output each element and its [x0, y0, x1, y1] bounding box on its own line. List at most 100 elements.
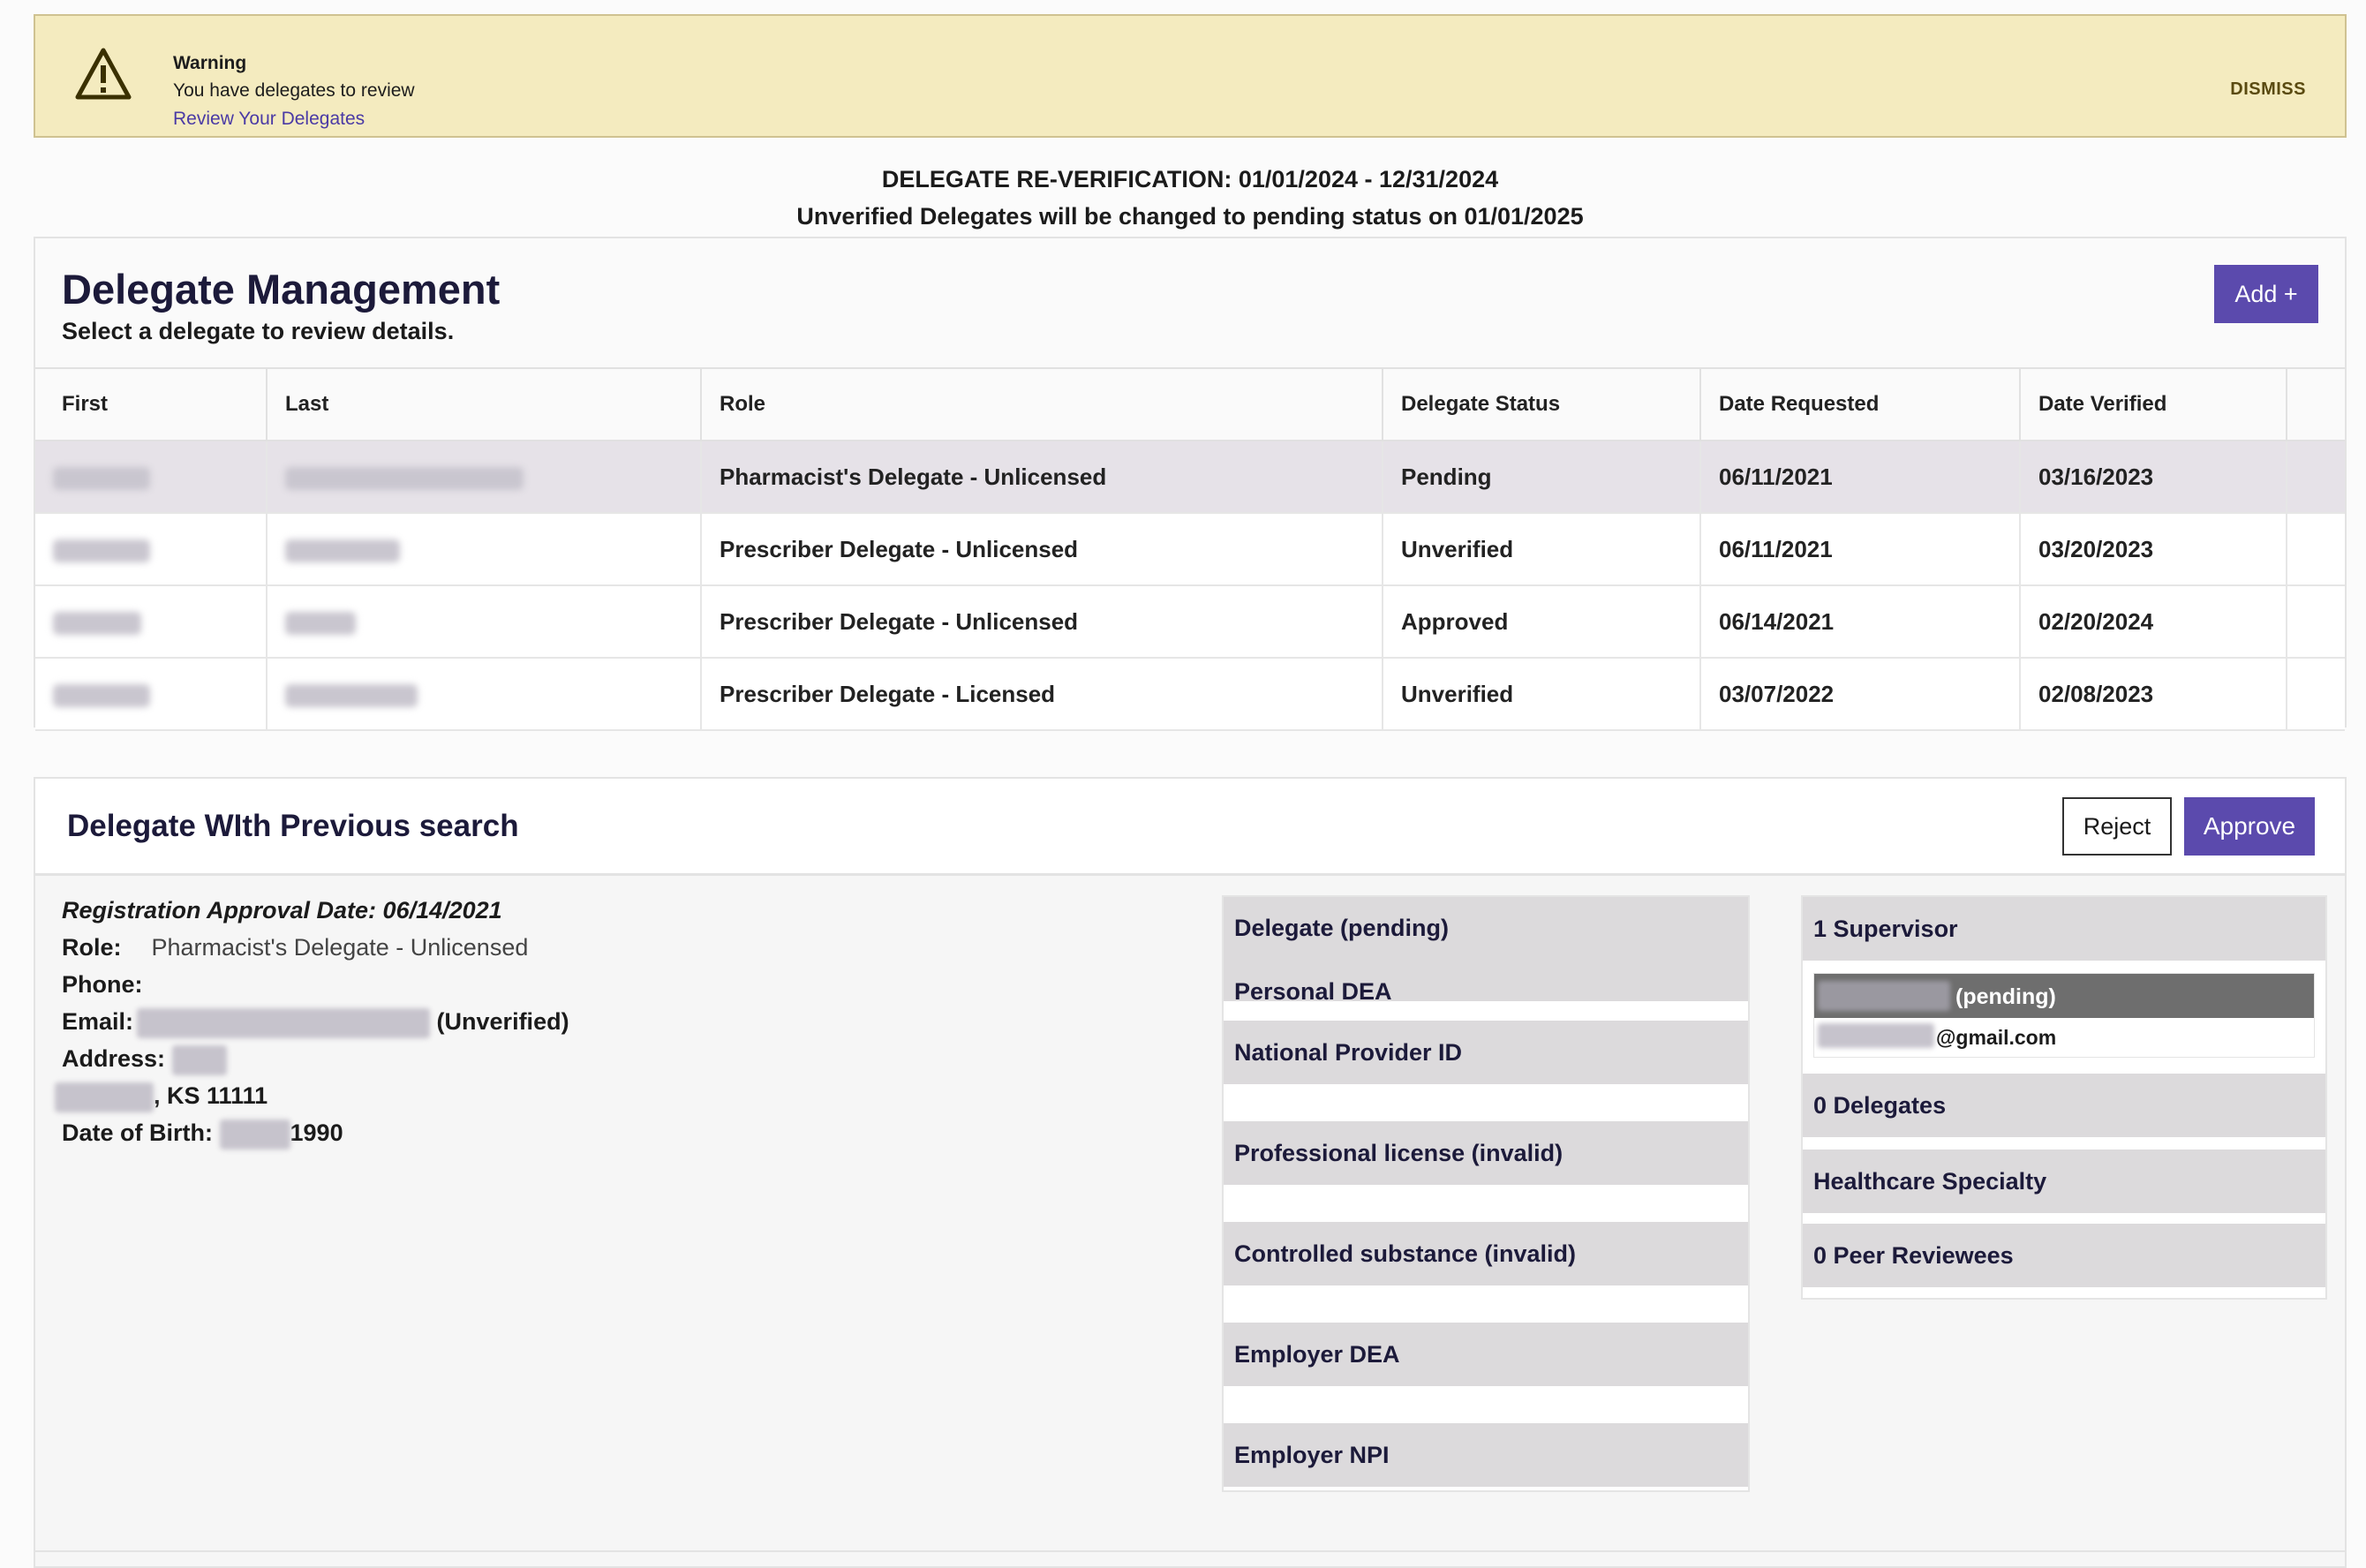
review-delegates-link[interactable]: Review Your Delegates — [173, 109, 365, 130]
section-professional-license[interactable]: Professional license (invalid) — [1224, 1121, 1748, 1185]
peer-reviewees-section[interactable]: 0 Peer Reviewees — [1803, 1224, 2325, 1287]
date-requested-cell: 06/11/2021 — [1700, 513, 2021, 586]
first-name-cell — [35, 585, 267, 659]
date-verified-cell: 02/08/2023 — [2020, 658, 2287, 731]
section-delegate[interactable]: Delegate (pending) Personal DEA — [1224, 897, 1748, 1005]
supervisor-status: (pending) — [1955, 984, 2056, 1009]
city-state-zip: , KS 11111 — [154, 1082, 268, 1110]
email-label: Email: — [62, 1008, 134, 1036]
date-requested-cell: 06/11/2021 — [1700, 441, 2021, 514]
supervisor-card[interactable]: (pending) @gmail.com — [1813, 973, 2315, 1058]
spacer-cell — [2287, 441, 2345, 514]
dob-label: Date of Birth: — [62, 1119, 213, 1147]
delegate-detail-panel: Delegate WIth Previous search Reject App… — [34, 777, 2347, 1568]
section-employer-npi-label: Employer NPI — [1234, 1442, 1390, 1468]
status-cell: Unverified — [1383, 658, 1701, 731]
delegates-section[interactable]: 0 Delegates — [1803, 1074, 2325, 1137]
table-row[interactable]: Prescriber Delegate - Unlicensed Approve… — [35, 585, 2345, 659]
approve-button[interactable]: Approve — [2184, 797, 2315, 856]
table-row[interactable]: Prescriber Delegate - Unlicensed Unverif… — [35, 513, 2345, 586]
section-employer-dea[interactable]: Employer DEA — [1224, 1323, 1748, 1386]
role-cell: Prescriber Delegate - Unlicensed — [701, 513, 1383, 586]
warning-message: You have delegates to review — [173, 80, 415, 101]
delegate-table: First Last Role Delegate Status Date Req… — [35, 367, 2345, 731]
dob-year: 1990 — [290, 1119, 343, 1147]
spacer-cell — [2287, 585, 2345, 659]
date-requested-cell: 03/07/2022 — [1700, 658, 2021, 731]
column-header-role[interactable]: Role — [701, 367, 1383, 441]
add-delegate-button[interactable]: Add + — [2214, 265, 2318, 323]
redacted-city — [55, 1082, 154, 1112]
relationships-list: 1 Supervisor (pending) @gmail.com 0 Dele… — [1801, 895, 2327, 1300]
redacted-supervisor-name — [1818, 981, 1950, 1011]
role-cell: Prescriber Delegate - Unlicensed — [701, 585, 1383, 659]
table-header-row: First Last Role Delegate Status Date Req… — [35, 367, 2345, 441]
phone-label: Phone: — [62, 971, 143, 998]
supervisor-section[interactable]: 1 Supervisor — [1803, 897, 2325, 961]
column-header-status[interactable]: Delegate Status — [1383, 367, 1701, 441]
column-header-date-requested[interactable]: Date Requested — [1700, 367, 2021, 441]
redacted-last-name — [285, 683, 418, 707]
role-cell: Pharmacist's Delegate - Unlicensed — [701, 441, 1383, 514]
redacted-last-name — [285, 611, 356, 635]
healthcare-specialty-label: Healthcare Specialty — [1813, 1168, 2047, 1195]
peer-reviewees-count: 0 Peer Reviewees — [1813, 1242, 2014, 1269]
registration-approval-date: Registration Approval Date: 06/14/2021 — [62, 897, 502, 923]
first-name-cell — [35, 513, 267, 586]
redacted-supervisor-email — [1818, 1023, 1934, 1048]
status-cell: Pending — [1383, 441, 1701, 514]
section-national-provider-id[interactable]: National Provider ID — [1224, 1021, 1748, 1084]
section-employer-dea-label: Employer DEA — [1234, 1341, 1400, 1368]
credentials-list: Delegate (pending) Personal DEA National… — [1222, 895, 1750, 1492]
delegate-management-panel: Delegate Management Select a delegate to… — [34, 237, 2347, 731]
delegate-info: Registration Approval Date: 06/14/2021 R… — [55, 897, 569, 1157]
page-subtitle: Select a delegate to review details. — [62, 318, 455, 344]
date-requested-cell: 06/14/2021 — [1700, 585, 2021, 659]
section-employer-npi[interactable]: Employer NPI — [1224, 1423, 1748, 1487]
redacted-email — [137, 1008, 431, 1038]
redacted-first-name — [53, 683, 150, 707]
supervisor-email-domain: @gmail.com — [1936, 1026, 2057, 1049]
status-cell: Unverified — [1383, 513, 1701, 586]
column-header-date-verified[interactable]: Date Verified — [2020, 367, 2287, 441]
healthcare-specialty-section[interactable]: Healthcare Specialty — [1803, 1150, 2325, 1213]
spacer-cell — [2287, 513, 2345, 586]
role-cell: Prescriber Delegate - Licensed — [701, 658, 1383, 731]
role-label: Role: — [62, 934, 122, 961]
table-row[interactable]: Pharmacist's Delegate - Unlicensed Pendi… — [35, 441, 2345, 514]
spacer-cell — [2287, 658, 2345, 731]
last-name-cell — [267, 658, 702, 731]
warning-triangle-icon — [75, 48, 132, 100]
warning-title: Warning — [173, 53, 247, 73]
detail-header: Delegate WIth Previous search Reject App… — [35, 779, 2345, 876]
redacted-last-name — [285, 539, 400, 562]
role-value: Pharmacist's Delegate - Unlicensed — [151, 934, 529, 961]
section-professional-license-label: Professional license (invalid) — [1234, 1140, 1564, 1166]
delegates-count: 0 Delegates — [1813, 1092, 1947, 1119]
first-name-cell — [35, 658, 267, 731]
last-name-cell — [267, 441, 702, 514]
column-header-spacer — [2287, 367, 2345, 441]
redacted-first-name — [53, 466, 150, 490]
section-personal-dea-label: Personal DEA — [1234, 978, 1392, 1005]
reject-button[interactable]: Reject — [2062, 797, 2172, 856]
reverification-note: Unverified Delegates will be changed to … — [796, 203, 1584, 230]
reverification-period: DELEGATE RE-VERIFICATION: 01/01/2024 - 1… — [881, 166, 1499, 192]
page-title: Delegate Management — [62, 266, 501, 313]
redacted-first-name — [53, 539, 150, 562]
date-verified-cell: 03/20/2023 — [2020, 513, 2287, 586]
warning-banner: Warning You have delegates to review Rev… — [34, 14, 2347, 138]
table-row[interactable]: Prescriber Delegate - Licensed Unverifie… — [35, 658, 2345, 731]
redacted-dob — [219, 1119, 290, 1150]
status-cell: Approved — [1383, 585, 1701, 659]
column-header-last[interactable]: Last — [267, 367, 702, 441]
last-name-cell — [267, 585, 702, 659]
supervisor-header: 1 Supervisor — [1813, 916, 1958, 942]
date-verified-cell: 02/20/2024 — [2020, 585, 2287, 659]
dismiss-button[interactable]: DISMISS — [2230, 79, 2306, 100]
divider — [34, 1550, 2347, 1552]
redacted-address — [171, 1045, 227, 1075]
column-header-first[interactable]: First — [35, 367, 267, 441]
email-status: (Unverified) — [436, 1008, 569, 1036]
section-controlled-substance[interactable]: Controlled substance (invalid) — [1224, 1222, 1748, 1285]
